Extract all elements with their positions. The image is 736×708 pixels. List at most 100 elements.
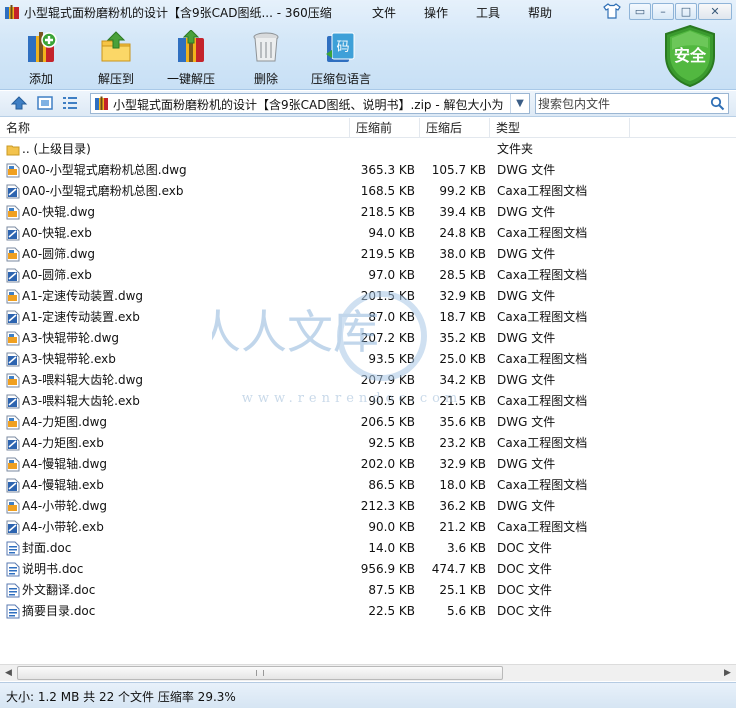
- file-type: DWG 文件: [497, 289, 556, 303]
- thumbnail-view-icon[interactable]: [36, 95, 54, 111]
- file-name: A1-定速传动装置.exb: [22, 310, 140, 324]
- file-row[interactable]: A3-喂料辊大齿轮.dwg 207.9 KB 34.2 KB DWG 文件: [0, 370, 736, 391]
- file-name: A4-力矩图.exb: [22, 436, 104, 450]
- folder-icon: [6, 142, 20, 157]
- column-compressed[interactable]: 压缩后: [420, 118, 490, 138]
- file-type: 文件夹: [497, 142, 534, 156]
- file-row[interactable]: A4-慢辊轴.exb 86.5 KB 18.0 KB Caxa工程图文档: [0, 475, 736, 496]
- search-icon[interactable]: [710, 96, 725, 111]
- column-size[interactable]: 压缩前: [350, 118, 420, 138]
- file-row[interactable]: A3-快辊带轮.dwg 207.2 KB 35.2 KB DWG 文件: [0, 328, 736, 349]
- title-bar[interactable]: 小型辊式面粉磨粉机的设计【含9张CAD图纸... - 360压缩 文件 操作 工…: [0, 0, 736, 24]
- file-size: 218.5 KB: [360, 205, 415, 219]
- file-type: Caxa工程图文档: [497, 394, 588, 408]
- file-row[interactable]: A0-圆筛.dwg 219.5 KB 38.0 KB DWG 文件: [0, 244, 736, 265]
- menu-help[interactable]: 帮助: [528, 4, 552, 21]
- file-row[interactable]: A4-力矩图.exb 92.5 KB 23.2 KB Caxa工程图文档: [0, 433, 736, 454]
- exb-file-icon: [6, 352, 20, 367]
- file-row[interactable]: 封面.doc 14.0 KB 3.6 KB DOC 文件: [0, 538, 736, 559]
- file-row[interactable]: 0A0-小型辊式磨粉机总图.dwg 365.3 KB 105.7 KB DWG 文件: [0, 160, 736, 181]
- exb-file-icon: [6, 436, 20, 451]
- file-row[interactable]: A4-慢辊轴.dwg 202.0 KB 32.9 KB DWG 文件: [0, 454, 736, 475]
- file-row[interactable]: 摘要目录.doc 22.5 KB 5.6 KB DOC 文件: [0, 601, 736, 622]
- file-type: Caxa工程图文档: [497, 310, 588, 324]
- add-button[interactable]: 添加: [5, 28, 77, 88]
- file-list: .. (上级目录) 文件夹 0A0-小型辊式磨粉机总图.dwg 365.3 KB 105…: [0, 139, 736, 664]
- file-type: DWG 文件: [497, 247, 556, 261]
- file-row[interactable]: A0-快辊.dwg 218.5 KB 39.4 KB DWG 文件: [0, 202, 736, 223]
- file-size: 202.0 KB: [360, 457, 415, 471]
- file-compressed-size: 105.7 KB: [431, 163, 486, 177]
- file-row[interactable]: A1-定速传动装置.dwg 201.5 KB 32.9 KB DWG 文件: [0, 286, 736, 307]
- file-name: A4-慢辊轴.exb: [22, 478, 104, 492]
- file-size: 206.5 KB: [360, 415, 415, 429]
- file-compressed-size: 25.0 KB: [439, 352, 486, 366]
- file-row[interactable]: A4-力矩图.dwg 206.5 KB 35.6 KB DWG 文件: [0, 412, 736, 433]
- status-bar: 大小: 1.2 MB 共 22 个文件 压缩率 29.3%: [0, 682, 736, 708]
- file-row[interactable]: 说明书.doc 956.9 KB 474.7 KB DOC 文件: [0, 559, 736, 580]
- delete-trash-icon: [253, 32, 279, 62]
- maximize-button[interactable]: □: [675, 3, 697, 20]
- minimize-button[interactable]: –: [652, 3, 674, 20]
- menu-tools[interactable]: 工具: [476, 4, 500, 21]
- archive-language-label: 压缩包语言: [310, 72, 371, 86]
- archive-language-button[interactable]: 码 压缩包语言: [305, 28, 377, 88]
- extract-to-button[interactable]: 解压到: [80, 28, 152, 88]
- file-row[interactable]: 0A0-小型辊式磨粉机总图.exb 168.5 KB 99.2 KB Caxa工程图文…: [0, 181, 736, 202]
- list-view-icon[interactable]: [61, 95, 79, 111]
- chevron-down-icon[interactable]: ▼: [510, 94, 529, 113]
- dwg-file-icon: [6, 373, 20, 388]
- file-size: 94.0 KB: [368, 226, 415, 240]
- search-input[interactable]: [538, 95, 708, 112]
- file-row[interactable]: A4-小带轮.exb 90.0 KB 21.2 KB Caxa工程图文档: [0, 517, 736, 538]
- file-size: 212.3 KB: [360, 499, 415, 513]
- menu-file[interactable]: 文件: [372, 4, 396, 21]
- file-compressed-size: [420, 139, 486, 160]
- scroll-thumb[interactable]: [17, 666, 503, 680]
- file-type: DOC 文件: [497, 604, 552, 618]
- file-compressed-size: 5.6 KB: [447, 604, 486, 618]
- file-compressed-size: 25.1 KB: [439, 583, 486, 597]
- file-row[interactable]: A3-快辊带轮.exb 93.5 KB 25.0 KB Caxa工程图文档: [0, 349, 736, 370]
- language-glyph: 码: [336, 40, 349, 55]
- file-row[interactable]: A3-喂料辊大齿轮.exb 90.5 KB 21.5 KB Caxa工程图文档: [0, 391, 736, 412]
- menu-bar: 文件 操作 工具 帮助: [0, 4, 736, 22]
- file-row[interactable]: A0-快辊.exb 94.0 KB 24.8 KB Caxa工程图文档: [0, 223, 736, 244]
- one-click-extract-button[interactable]: 一键解压: [155, 28, 227, 88]
- safe-shield-badge[interactable]: 安全: [662, 24, 718, 88]
- file-name: A0-圆筛.dwg: [22, 247, 96, 261]
- path-text: 小型辊式面粉磨粉机的设计【含9张CAD图纸、说明书】.zip - 解包大小为: [113, 98, 504, 112]
- file-type: DWG 文件: [497, 499, 556, 513]
- scroll-left-icon[interactable]: ◀: [0, 665, 17, 681]
- file-row[interactable]: A0-圆筛.exb 97.0 KB 28.5 KB Caxa工程图文档: [0, 265, 736, 286]
- file-type: DOC 文件: [497, 583, 552, 597]
- file-name: A0-快辊.dwg: [22, 205, 96, 219]
- up-arrow-icon[interactable]: [10, 95, 28, 111]
- column-type[interactable]: 类型: [490, 118, 630, 138]
- file-row[interactable]: 外文翻译.doc 87.5 KB 25.1 KB DOC 文件: [0, 580, 736, 601]
- add-archive-icon: [28, 32, 57, 62]
- doc-file-icon: [6, 583, 20, 598]
- skin-shirt-icon[interactable]: [603, 3, 621, 19]
- path-field[interactable]: 小型辊式面粉磨粉机的设计【含9张CAD图纸、说明书】.zip - 解包大小为 ▼: [90, 93, 530, 114]
- file-compressed-size: 39.4 KB: [439, 205, 486, 219]
- file-row[interactable]: A4-小带轮.dwg 212.3 KB 36.2 KB DWG 文件: [0, 496, 736, 517]
- menu-operation[interactable]: 操作: [424, 4, 448, 21]
- extract-to-label: 解压到: [97, 72, 134, 86]
- file-type: DOC 文件: [497, 562, 552, 576]
- scroll-right-icon[interactable]: ▶: [719, 665, 736, 681]
- toolbar: 添加 解压到 一键解压 删除 码 压缩包语言: [0, 28, 600, 88]
- dwg-file-icon: [6, 415, 20, 430]
- file-compressed-size: 474.7 KB: [431, 562, 486, 576]
- settings-button[interactable]: ▭: [629, 3, 651, 20]
- file-type: Caxa工程图文档: [497, 184, 588, 198]
- delete-label: 删除: [253, 72, 278, 86]
- column-name[interactable]: 名称: [0, 118, 350, 138]
- file-row[interactable]: .. (上级目录) 文件夹: [0, 139, 736, 160]
- file-name: A3-快辊带轮.dwg: [22, 331, 120, 345]
- horizontal-scrollbar[interactable]: ◀ ▶: [0, 664, 736, 681]
- file-row[interactable]: A1-定速传动装置.exb 87.0 KB 18.7 KB Caxa工程图文档: [0, 307, 736, 328]
- close-button[interactable]: ✕: [698, 3, 732, 20]
- file-size: [352, 139, 415, 160]
- delete-button[interactable]: 删除: [230, 28, 302, 88]
